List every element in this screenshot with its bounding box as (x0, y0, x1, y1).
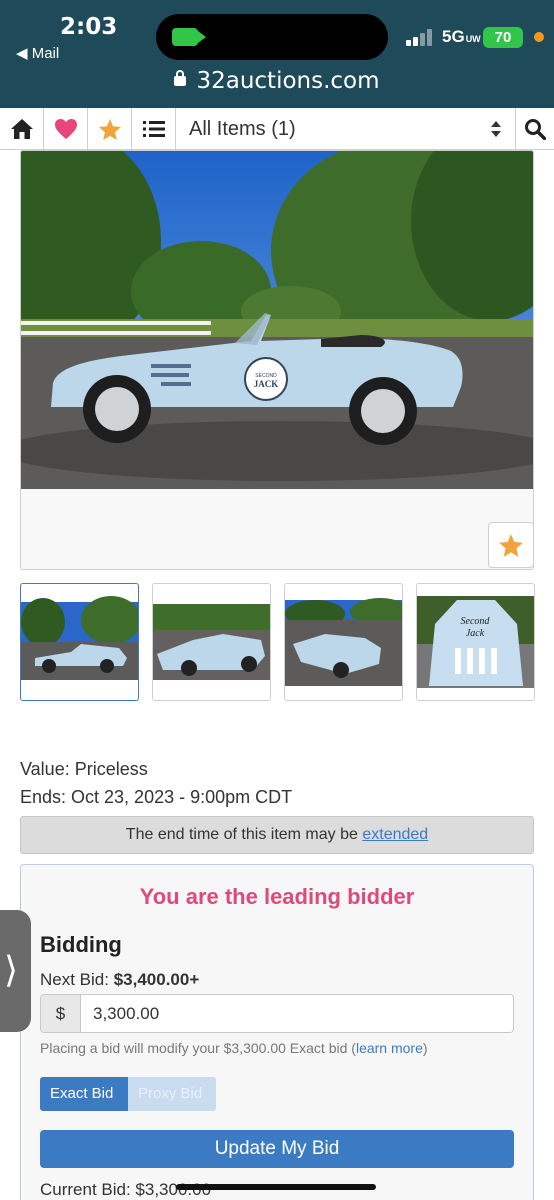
tab-proxy-bid[interactable]: Proxy Bid (128, 1077, 216, 1111)
item-value: Value: Priceless (20, 759, 148, 779)
heart-icon (54, 119, 77, 139)
thumbnail-image (153, 604, 270, 680)
next-bid-label: Next Bid: (40, 970, 114, 989)
privacy-indicator-dot (534, 32, 544, 42)
main-item-photo[interactable]: SECOND JACK (20, 150, 534, 570)
thumbnail-image (21, 596, 138, 680)
category-select-value: All Items (1) (189, 118, 296, 140)
chevron-right-icon: ⟩ (4, 949, 19, 990)
network-label: 5GUW (442, 27, 481, 46)
home-icon (10, 119, 33, 139)
watchlist-button[interactable] (88, 108, 132, 150)
lock-icon (174, 70, 187, 86)
bidding-heading: Bidding (40, 932, 122, 957)
thumbnail-image (285, 598, 402, 686)
home-indicator[interactable] (176, 1184, 376, 1190)
learn-more-link[interactable]: learn more (356, 1040, 423, 1056)
bid-amount-input[interactable] (81, 995, 513, 1032)
address-bar[interactable]: 32auctions.com (0, 68, 554, 94)
search-button[interactable] (516, 108, 554, 150)
star-icon (499, 533, 523, 557)
favorites-button[interactable] (44, 108, 88, 150)
network-sub-label: UW (465, 34, 481, 44)
facetime-camera-icon (172, 28, 206, 46)
home-button[interactable] (0, 108, 44, 150)
select-arrows-icon (491, 121, 501, 137)
thumb-logo-line2: Jack (466, 628, 485, 639)
end-time-notice: The end time of this item may be extende… (20, 816, 534, 854)
bid-helper-text: Placing a bid will modify your $3,300.00… (40, 1040, 428, 1056)
search-icon (525, 119, 546, 140)
dynamic-island (156, 14, 388, 60)
back-to-mail-link[interactable]: ◀ Mail (16, 44, 59, 62)
item-end-time: Ends: Oct 23, 2023 - 9:00pm CDT (20, 787, 293, 807)
notice-text: The end time of this item may be (125, 826, 363, 843)
side-panel-handle[interactable]: ⟩ (0, 910, 31, 1032)
status-time: 2:03 (60, 14, 118, 40)
url-text: 32auctions.com (196, 68, 380, 94)
signal-strength-icon (406, 28, 436, 46)
category-select[interactable]: All Items (1) (176, 108, 516, 150)
next-bid-value: $3,400.00+ (113, 970, 200, 989)
thumbnail-4[interactable]: Second Jack (416, 583, 535, 701)
update-bid-button[interactable]: Update My Bid (40, 1130, 514, 1168)
battery-indicator: 70 (483, 27, 523, 48)
tab-exact-bid[interactable]: Exact Bid (40, 1077, 128, 1111)
browser-header: 2:03 ◀ Mail 5GUW 70 32auctions.com (0, 0, 554, 108)
thumbnail-1[interactable] (20, 583, 139, 701)
leading-bidder-status: You are the leading bidder (139, 884, 415, 909)
car-logo-line2: JACK (254, 379, 279, 389)
add-to-favorites-button[interactable] (488, 522, 534, 568)
thumbnail-3[interactable] (284, 583, 403, 701)
current-bid: Current Bid: $3,300.00 (40, 1180, 212, 1199)
currency-addon: $ (41, 995, 81, 1032)
bid-amount-group: $ (40, 994, 514, 1033)
list-view-button[interactable] (132, 108, 176, 150)
next-bid-info: Next Bid: $3,400.00+ (40, 970, 199, 990)
star-icon (98, 118, 121, 140)
thumb-logo-line1: Second (461, 616, 491, 627)
list-icon (142, 121, 165, 137)
car-photo: SECOND JACK (21, 151, 533, 489)
thumbnail-image: Second Jack (417, 596, 534, 688)
site-toolbar: All Items (1) (0, 108, 554, 150)
extended-link[interactable]: extended (362, 826, 428, 843)
thumbnail-2[interactable] (152, 583, 271, 701)
